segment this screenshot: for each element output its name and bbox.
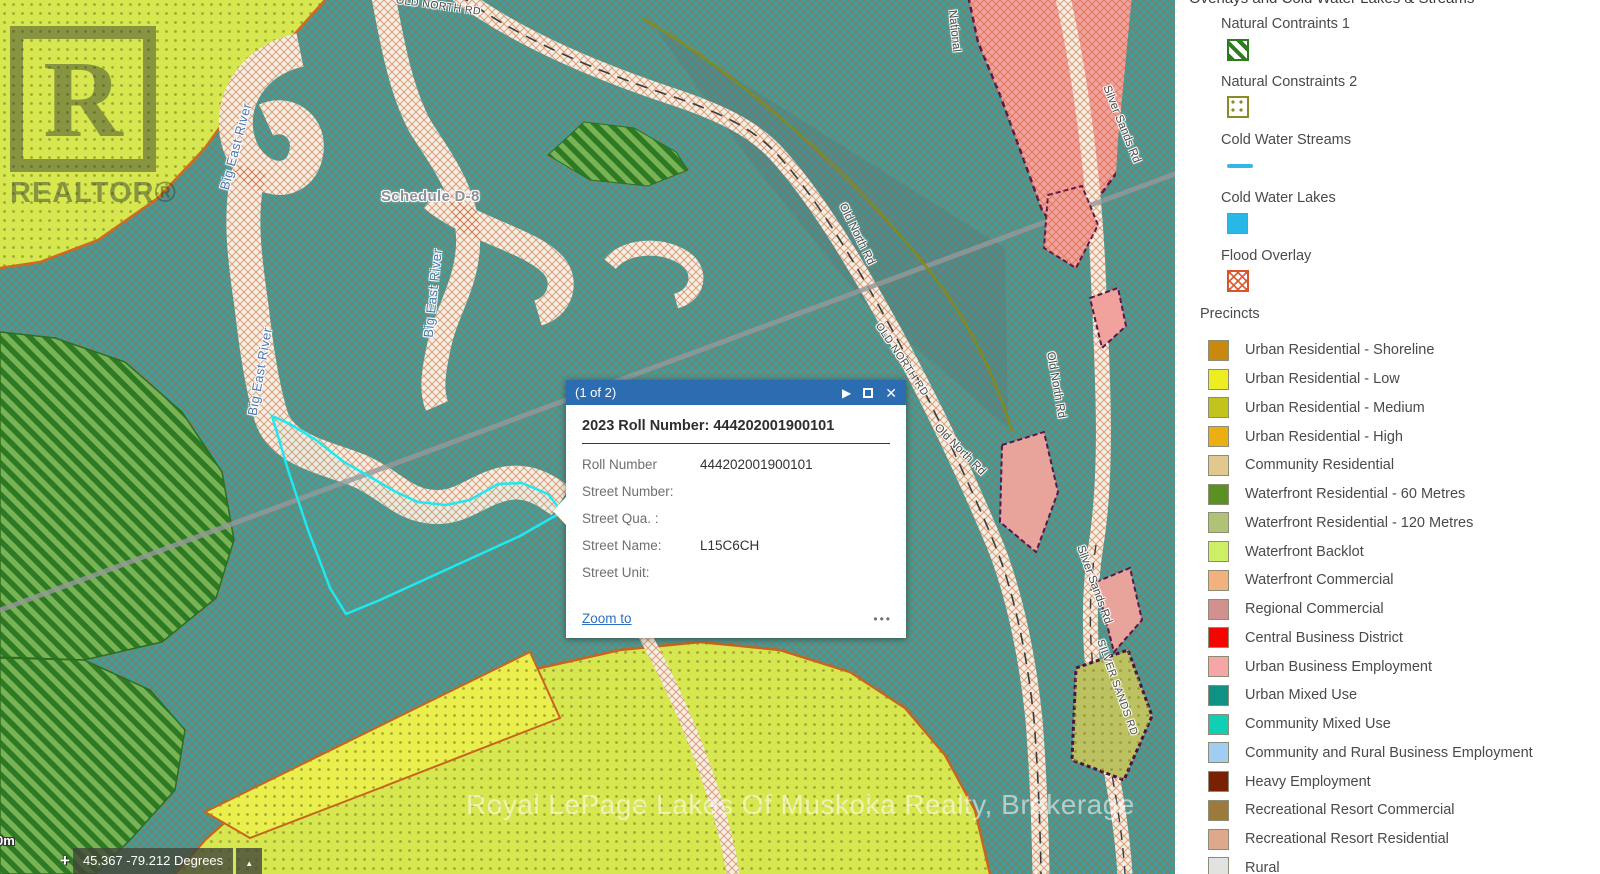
legend-item: Central Business District: [1208, 624, 1600, 653]
legend-swatch: [1208, 656, 1229, 677]
legend-item: Urban Residential - Shoreline: [1208, 336, 1600, 365]
legend-swatch: [1208, 570, 1229, 591]
field-row: Street Name: L15C6CH: [582, 532, 890, 559]
legend-item: Urban Mixed Use: [1208, 681, 1600, 710]
map-canvas[interactable]: Schedule D-8 Big East River Big East Riv…: [0, 0, 1175, 874]
legend-item: Waterfront Residential - 120 Metres: [1208, 509, 1600, 538]
scalebar-label: 0m: [0, 833, 15, 848]
legend-swatch: [1208, 742, 1229, 763]
legend-swatch-cold-water-streams: [1227, 164, 1253, 168]
legend-label-cold-water-streams: Cold Water Streams: [1221, 132, 1351, 148]
popup-titlebar: (1 of 2) ▶ ✕: [566, 380, 906, 405]
brokerage-watermark: Royal LePage Lakes Of Muskoka Realty, Br…: [466, 789, 1135, 821]
legend-section-precincts: Precincts: [1200, 306, 1260, 322]
legend-swatch: [1208, 714, 1229, 735]
legend-swatch: [1208, 484, 1229, 505]
coordinates-display: 45.367 -79.212 Degrees: [73, 848, 233, 874]
legend-label-cold-water-lakes: Cold Water Lakes: [1221, 190, 1336, 206]
legend-item: Community and Rural Business Employment: [1208, 739, 1600, 768]
legend-swatch: [1208, 771, 1229, 792]
legend-swatch: [1208, 627, 1229, 648]
legend-item: Recreational Resort Residential: [1208, 825, 1600, 854]
realtor-logo-text: REALTOR®: [10, 177, 177, 210]
legend-item: Heavy Employment: [1208, 767, 1600, 796]
legend-swatch: [1208, 455, 1229, 476]
legend-header: Overlays and Cold Water Lakes & Streams: [1189, 0, 1474, 7]
legend-swatch: [1208, 340, 1229, 361]
popup-title: 2023 Roll Number: 444202001900101: [582, 418, 890, 434]
legend-item: Rural: [1208, 854, 1600, 874]
legend-item: Waterfront Backlot: [1208, 537, 1600, 566]
legend-swatch-natural-constraints-1: [1227, 39, 1249, 61]
legend-swatch: [1208, 857, 1229, 874]
app-window: Schedule D-8 Big East River Big East Riv…: [0, 0, 1600, 874]
popup-divider: [582, 443, 890, 444]
realtor-logo-mark: R: [10, 26, 156, 172]
coordinates-expand-button[interactable]: ▲: [236, 848, 262, 874]
legend-item: Urban Residential - High: [1208, 422, 1600, 451]
legend-item: Community Residential: [1208, 451, 1600, 480]
identify-popup: (1 of 2) ▶ ✕ 2023 Roll Number: 444202001…: [566, 380, 906, 638]
field-row: Street Number:: [582, 478, 890, 505]
caret-up-icon: ▲: [245, 859, 253, 868]
legend-swatch: [1208, 829, 1229, 850]
legend-swatch-cold-water-lakes: [1227, 213, 1248, 234]
legend-item: Waterfront Residential - 60 Metres: [1208, 480, 1600, 509]
popup-maximize-icon[interactable]: [863, 388, 873, 398]
field-row: Street Qua. :: [582, 505, 890, 532]
legend-label-flood-overlay: Flood Overlay: [1221, 248, 1311, 264]
legend-item: Urban Residential - Low: [1208, 365, 1600, 394]
legend-item: Urban Residential - Medium: [1208, 394, 1600, 423]
legend-swatch: [1208, 369, 1229, 390]
legend-swatch: [1208, 541, 1229, 562]
legend-swatch: [1208, 512, 1229, 533]
legend-swatch: [1208, 397, 1229, 418]
legend-swatch-flood-overlay: [1227, 270, 1249, 292]
popup-pager: (1 of 2): [575, 385, 616, 400]
map-label-schedule: Schedule D-8: [381, 188, 480, 205]
legend-item: Regional Commercial: [1208, 595, 1600, 624]
legend-item: Waterfront Commercial: [1208, 566, 1600, 595]
popup-next-icon[interactable]: ▶: [842, 387, 851, 399]
realtor-logo: R REALTOR®: [10, 26, 177, 210]
legend-swatch: [1208, 685, 1229, 706]
legend-item: Community Mixed Use: [1208, 710, 1600, 739]
legend-item: Urban Business Employment: [1208, 652, 1600, 681]
legend-swatch: [1208, 599, 1229, 620]
legend-swatch: [1208, 426, 1229, 447]
legend-panel: Overlays and Cold Water Lakes & Streams …: [1175, 0, 1600, 874]
legend-item: Recreational Resort Commercial: [1208, 796, 1600, 825]
field-row: Street Unit:: [582, 559, 890, 586]
popup-callout-arrow: [553, 497, 566, 525]
precincts-list: Urban Residential - Shoreline Urban Resi…: [1208, 336, 1600, 874]
legend-swatch: [1208, 800, 1229, 821]
crosshair-icon[interactable]: +: [60, 848, 70, 874]
popup-more-icon[interactable]: •••: [873, 612, 892, 626]
legend-label-natural-constraints-2: Natural Constraints 2: [1221, 74, 1357, 90]
zoom-to-link[interactable]: Zoom to: [582, 611, 632, 626]
field-row: Roll Number 444202001900101: [582, 451, 890, 478]
legend-label-natural-constraints-1: Natural Contraints 1: [1221, 16, 1350, 32]
popup-close-icon[interactable]: ✕: [885, 386, 897, 400]
legend-swatch-natural-constraints-2: [1227, 96, 1249, 118]
coordinate-widget: + 45.367 -79.212 Degrees ▲: [60, 848, 262, 874]
